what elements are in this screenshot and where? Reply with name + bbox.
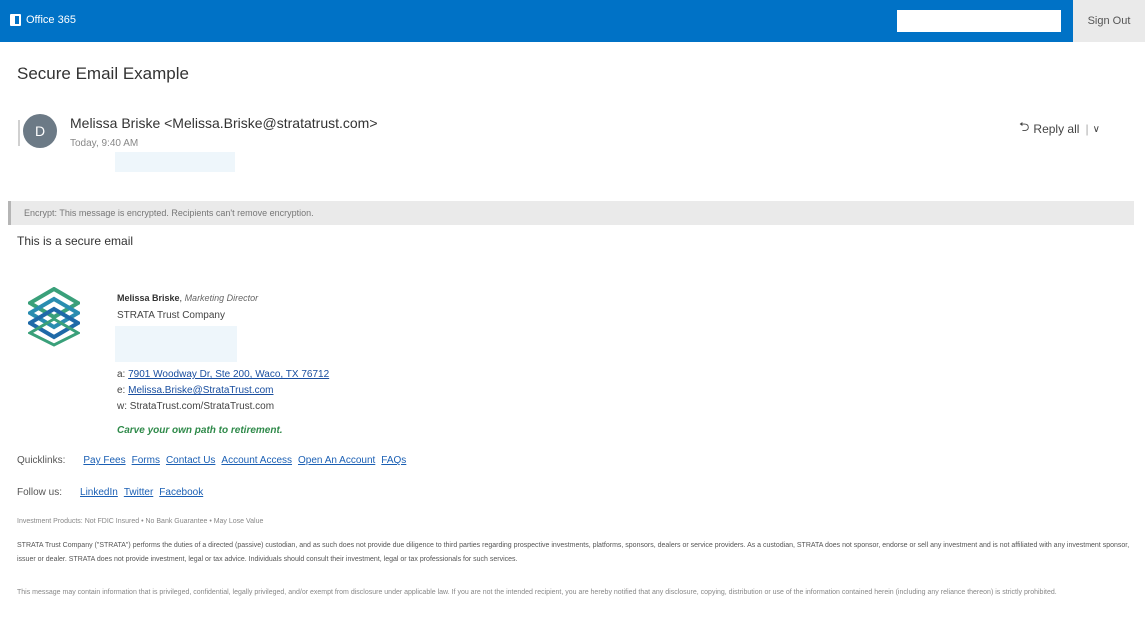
email-prefix: e: [117,385,126,396]
disclaimer-custodian: STRATA Trust Company ("STRATA") performs… [17,542,1130,563]
signature-address: a: 7901 Woodway Dr, Ste 200, Waco, TX 76… [117,369,329,380]
reply-separator: | [1085,122,1089,136]
web-link[interactable]: StrataTrust.com/StrataTrust.com [130,401,274,412]
redacted-recipients [115,152,235,172]
quicklinks-row: Quicklinks: Pay Fees Forms Contact Us Ac… [17,455,412,466]
disclaimer-confidential: This message may contain information tha… [17,589,1057,596]
disclaimer-investment: Investment Products: Not FDIC Insured • … [17,518,264,525]
reply-all-icon: ⮌ [1019,119,1030,134]
address-prefix: a: [117,369,126,380]
follow-row: Follow us: LinkedIn Twitter Facebook [17,487,209,498]
quicklink-contact-us[interactable]: Contact Us [166,455,215,466]
redacted-phone [115,326,237,362]
quicklink-forms[interactable]: Forms [132,455,160,466]
signature-title: Marketing Director [184,293,259,303]
sign-out-button[interactable]: Sign Out [1073,0,1145,42]
signature-tagline: Carve your own path to retirement. [117,425,283,436]
web-prefix: w: [117,401,127,412]
top-bar: Office 365 Sign Out [0,0,1145,42]
chevron-down-icon[interactable]: ∨ [1093,124,1100,135]
avatar[interactable]: D [23,114,57,148]
sent-time: Today, 9:40 AM [70,138,139,149]
quicklinks-label: Quicklinks: [17,455,66,466]
email-link[interactable]: Melissa.Briske@StrataTrust.com [128,385,273,396]
signature-email: e: Melissa.Briske@StrataTrust.com [117,385,274,396]
quicklink-account-access[interactable]: Account Access [221,455,292,466]
message-body-text: This is a secure email [17,234,134,248]
follow-label: Follow us: [17,487,63,498]
follow-linkedin[interactable]: LinkedIn [80,487,118,498]
signature-person: Melissa Briske [117,293,180,303]
follow-twitter[interactable]: Twitter [124,487,153,498]
address-link[interactable]: 7901 Woodway Dr, Ste 200, Waco, TX 76712 [128,369,329,380]
follow-facebook[interactable]: Facebook [159,487,203,498]
sender-name[interactable]: Melissa Briske <Melissa.Briske@stratatru… [70,115,378,131]
signature-name: Melissa Briske, Marketing Director [117,293,259,303]
quicklink-faqs[interactable]: FAQs [381,455,406,466]
signature-company: STRATA Trust Company [117,310,225,321]
reply-all-label: Reply all [1033,122,1080,136]
quicklink-pay-fees[interactable]: Pay Fees [83,455,125,466]
brand-label: Office 365 [26,14,76,26]
encryption-banner: Encrypt: This message is encrypted. Reci… [8,201,1134,225]
message-subject: Secure Email Example [17,64,189,83]
top-search-input[interactable] [897,10,1061,32]
strata-logo-icon [28,287,80,347]
signature-web: w: StrataTrust.com/StrataTrust.com [117,401,274,412]
office-logo-icon [10,14,21,26]
unread-indicator [18,120,20,146]
reply-all-button[interactable]: ⮌ Reply all | ∨ [1019,118,1100,140]
quicklink-open-account[interactable]: Open An Account [298,455,375,466]
office-365-brand[interactable]: Office 365 [10,14,76,26]
